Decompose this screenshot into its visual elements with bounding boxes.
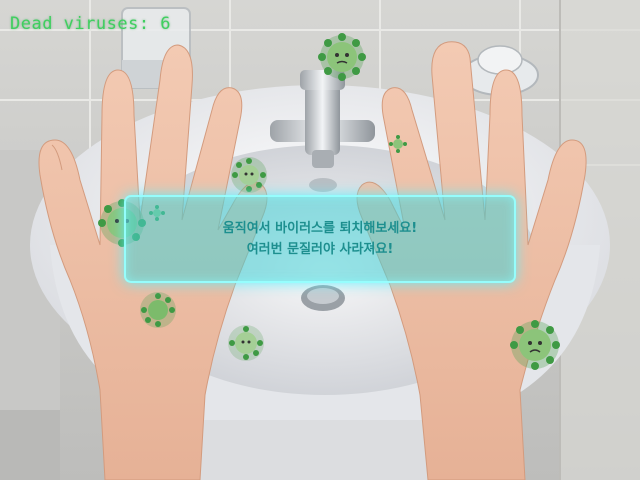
instruction-line-1: 움직여서 바이러스를 퇴치해보세요! [222, 221, 418, 236]
instruction-dialog: 움직여서 바이러스를 퇴치해보세요! 여러번 문질러야 사라져요! [124, 195, 516, 283]
virus[interactable] [318, 33, 366, 81]
virus[interactable] [140, 292, 176, 328]
virus[interactable] [231, 157, 267, 193]
dead-virus-counter: Dead viruses: 6 [10, 14, 172, 34]
virus[interactable] [228, 325, 264, 361]
instruction-line-2: 여러번 문질러야 사라져요! [246, 242, 394, 257]
